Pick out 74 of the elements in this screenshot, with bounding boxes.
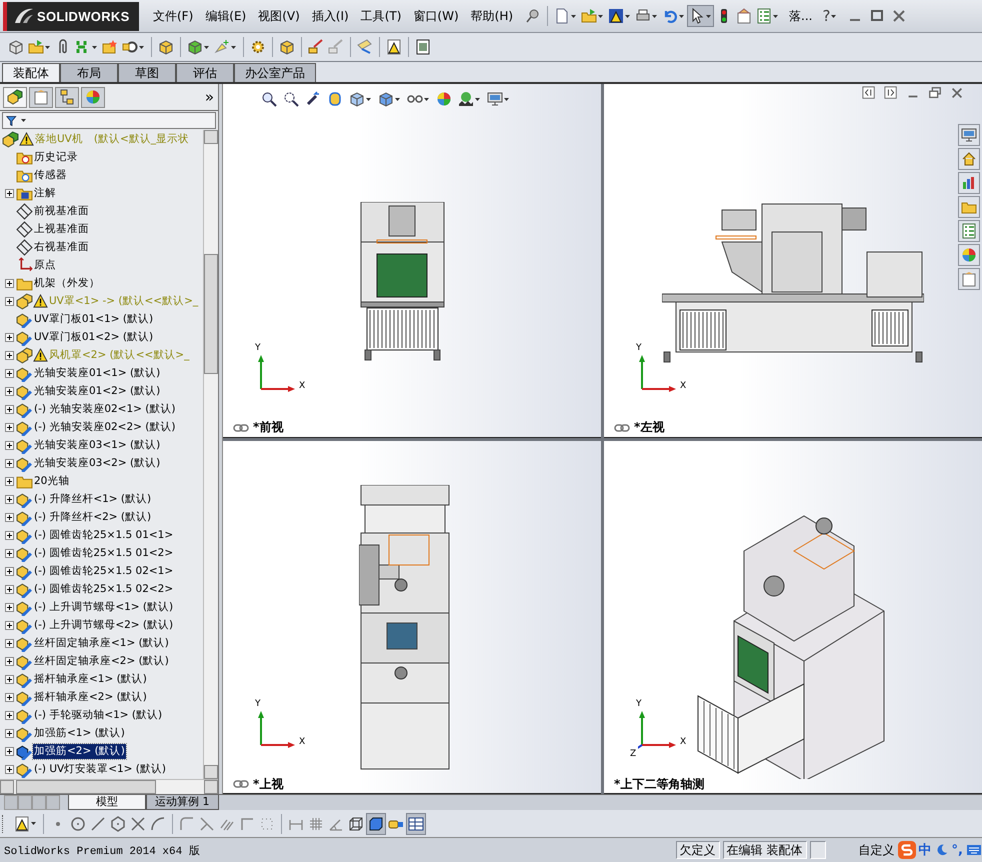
menu-item[interactable]: 工具(T) [354,8,408,24]
viewport[interactable]: Y X *前视 [223,84,601,438]
axis-label: X [680,380,686,390]
axis-label: Y [255,342,260,352]
tab[interactable]: 装配体 [2,63,60,82]
tree-item[interactable]: (-) UV灯安装罩<1> (默认) [33,762,167,776]
tree-item[interactable]: (-) 上升调节螺母<1> (默认) [33,600,174,614]
tab[interactable]: 运动算例 1 [146,795,218,810]
tab[interactable]: 评估 [176,63,234,82]
tree-item[interactable]: 加强筋<1> (默认) [33,726,126,740]
tree-item[interactable]: 注解 [33,186,57,200]
menu-item[interactable]: 编辑(E) [199,8,252,24]
tab[interactable]: 布局 [60,63,118,82]
expand-button[interactable]: » [204,88,214,106]
tree-item[interactable]: (-) 升降丝杆<2> (默认) [33,510,152,524]
viewport[interactable]: Y X Z *上下二等角轴测 [604,440,982,794]
tree-item[interactable]: 丝杆固定轴承座<2> (默认) [33,654,170,668]
tree-item[interactable]: (-) 光轴安装座02<1> (默认) [33,402,176,416]
tree-item[interactable]: (-) 光轴安装座02<2> (默认) [33,420,176,434]
axis-label: X [299,380,306,390]
menu-item[interactable]: 窗口(W) [407,8,465,24]
help-button[interactable]: ? [822,7,830,25]
axis-label: Y [636,699,642,709]
viewport-label: *上视 [253,776,284,792]
viewport[interactable]: Y X *左视 [604,84,982,438]
tree-item[interactable]: 右视基准面 [33,240,90,254]
tree-item[interactable]: 加强筋<2> (默认) [33,744,126,758]
viewport[interactable]: Y X *上视 [223,440,601,794]
tree-item[interactable]: 传感器 [33,168,68,182]
status-text: 自定义 [858,842,895,858]
tree-item[interactable]: 上视基准面 [33,222,90,236]
logo-text: SOLIDWORKS [37,8,130,24]
menu-item[interactable]: 插入(I) [306,8,355,24]
menu-item[interactable]: 文件(F) [147,8,200,24]
tree-item[interactable]: 20光轴 [33,474,70,488]
tree-item[interactable]: UV罩门板01<2> (默认) [33,330,154,344]
axis-label: Z [630,749,636,759]
status-field: 在编辑 装配体 [722,841,807,859]
tree-item[interactable]: (-) 圆锥齿轮25×1.5 01<1> [33,528,174,542]
tree-item[interactable]: 历史记录 [33,150,79,164]
tree-item[interactable]: (-) 上升调节螺母<2> (默认) [33,618,174,632]
viewport-label: *上下二等角轴测 [614,776,704,792]
tree-item[interactable]: 摇杆轴承座<2> (默认) [33,690,148,704]
axis-label: X [299,737,306,747]
menu-item[interactable]: 帮助(H) [464,8,520,24]
tree-item[interactable]: (-) 升降丝杆<1> (默认) [33,492,152,506]
tab[interactable]: 办公室产品 [234,63,316,82]
tree-item[interactable]: (-) 圆锥齿轮25×1.5 02<2> [33,582,174,596]
menu-item[interactable]: 视图(V) [252,8,306,24]
tree-item[interactable]: 光轴安装座01<1> (默认) [33,366,162,380]
tree-item[interactable]: 光轴安装座01<2> (默认) [33,384,162,398]
tree-item[interactable]: 光轴安装座03<1> (默认) [33,438,162,452]
tree-item[interactable]: UV罩门板01<1> (默认) [33,312,154,326]
tree-item[interactable]: 丝杆固定轴承座<1> (默认) [33,636,170,650]
ime-language[interactable]: 中 [918,841,932,859]
product-name: SolidWorks Premium 2014 x64 版 [4,844,200,858]
document-title: 落... [789,8,812,24]
tree-item[interactable]: 原点 [33,258,57,272]
axis-label: Y [255,699,260,709]
viewport-label: *左视 [634,419,664,436]
tab[interactable]: 模型 [68,795,146,810]
tree-item[interactable]: 机架（外发） [33,276,101,290]
status-field: 欠定义 [676,841,720,859]
tree-item[interactable]: 光轴安装座03<2> (默认) [33,456,162,470]
tree-item[interactable]: (-) 圆锥齿轮25×1.5 02<1> [33,564,174,578]
tab[interactable]: 草图 [118,63,176,82]
axis-label: X [680,737,686,747]
tree-item[interactable]: 摇杆轴承座<1> (默认) [33,672,148,686]
tree-item[interactable]: (-) 圆锥齿轮25×1.5 01<2> [33,546,174,560]
viewport-label: *前视 [253,419,284,436]
tree-item[interactable]: 前视基准面 [33,204,90,218]
ime-punctuation[interactable]: °, [952,842,963,858]
axis-label: Y [636,342,642,352]
tree-item[interactable]: (-) 手轮驱动轴<1> (默认) [33,708,164,722]
